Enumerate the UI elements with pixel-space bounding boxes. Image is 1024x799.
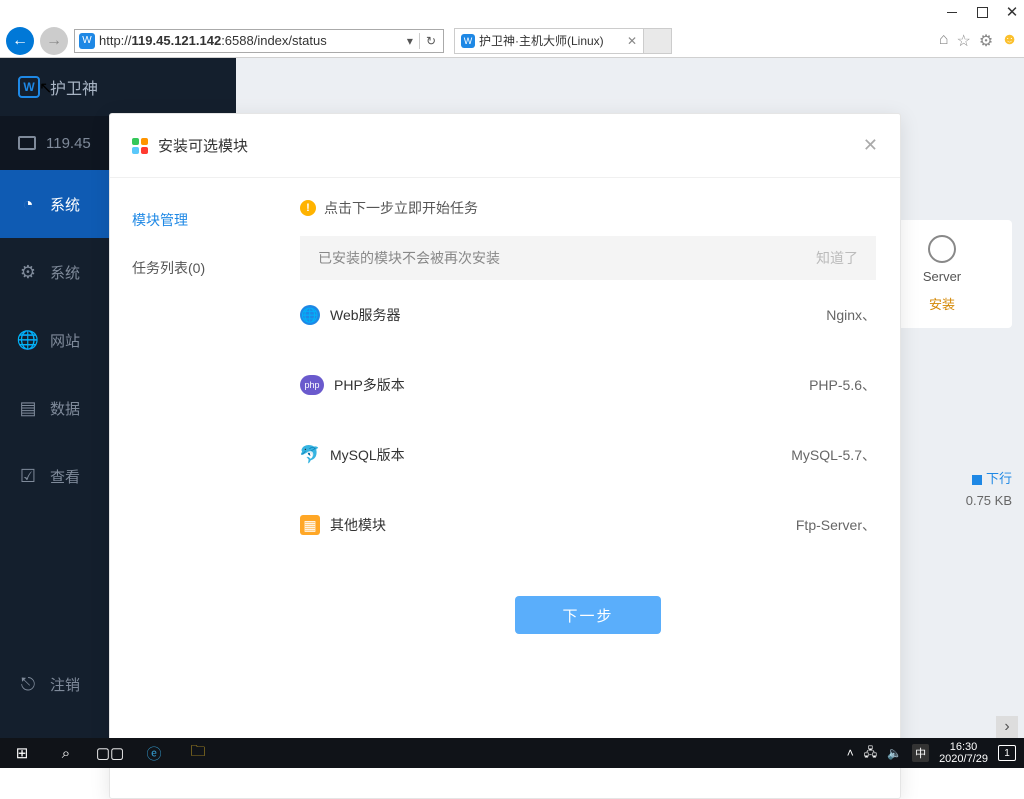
- modal-banner: 已安装的模块不会被再次安装 知道了: [300, 236, 876, 280]
- home-icon[interactable]: ⌂: [939, 31, 949, 51]
- globe-icon: 🌐: [18, 330, 38, 350]
- modal-sidebar: 模块管理 任务列表(0): [110, 178, 286, 798]
- url-suffix: :6588/index/status: [221, 33, 327, 48]
- tray-network-icon[interactable]: 🖧: [864, 743, 877, 764]
- window-titlebar: ✕: [0, 0, 1024, 24]
- logout-icon: ⎋: [18, 674, 38, 694]
- sidebar-item-label: 查看: [50, 466, 80, 487]
- dropdown-icon[interactable]: ▾: [404, 34, 416, 48]
- net-stat: 下行 0.75 KB: [966, 468, 1012, 508]
- module-name: MySQL版本: [330, 445, 791, 465]
- brand: W 护卫神: [0, 58, 236, 116]
- modal-hint: ! 点击下一步立即开始任务: [300, 198, 876, 218]
- site-favicon-icon: W: [79, 33, 95, 49]
- search-icon[interactable]: ⌕: [44, 738, 88, 768]
- modal-tab-modules[interactable]: 模块管理: [110, 196, 286, 244]
- ip-text: 119.45: [46, 135, 91, 152]
- modal-banner-text: 已安装的模块不会被再次安装: [318, 248, 500, 268]
- tray-sound-icon[interactable]: 🔈: [887, 746, 902, 760]
- tab-title: 护卫神·主机大师(Linux): [479, 32, 604, 49]
- modules-grid-icon: [132, 138, 148, 154]
- smile-icon[interactable]: ☻: [1001, 31, 1018, 51]
- browser-tab[interactable]: W 护卫神·主机大师(Linux) ✕: [454, 28, 644, 54]
- modal-hint-text: 点击下一步立即开始任务: [324, 198, 478, 218]
- module-value: MySQL-5.7、: [791, 445, 876, 465]
- modal-banner-dismiss[interactable]: 知道了: [816, 248, 858, 268]
- net-stat-value: 0.75 KB: [966, 493, 1012, 508]
- taskview-icon[interactable]: ▢▢: [88, 738, 132, 768]
- brand-logo-icon: W: [18, 76, 40, 98]
- module-value: PHP-5.6、: [809, 375, 876, 395]
- taskbar: ⊞ ⌕ ▢▢ ⓔ 🗀 ˄ 🖧 🔈 中 16:30 2020/7/29 1: [0, 738, 1024, 768]
- module-row-web[interactable]: 🌐 Web服务器 Nginx、: [300, 280, 876, 350]
- tab-favicon-icon: W: [461, 34, 475, 48]
- tab-strip: W 护卫神·主机大师(Linux) ✕: [454, 28, 672, 54]
- forward-button[interactable]: →: [40, 27, 68, 55]
- clock-time: 16:30: [939, 741, 988, 753]
- module-value: Nginx、: [826, 305, 876, 325]
- tray-up-icon[interactable]: ˄: [847, 746, 854, 760]
- sidebar-item-label: 注销: [50, 674, 80, 695]
- modal-main: ! 点击下一步立即开始任务 已安装的模块不会被再次安装 知道了 🌐 Web服务器…: [286, 178, 900, 798]
- ie-icon[interactable]: ⓔ: [132, 738, 176, 768]
- refresh-icon[interactable]: ↻: [423, 34, 439, 48]
- database-icon: ▤: [18, 398, 38, 418]
- modal-tab-tasks[interactable]: 任务列表(0): [110, 244, 286, 292]
- sidebar-item-label: 系统: [50, 262, 80, 283]
- url-host: 119.45.121.142: [132, 33, 222, 48]
- module-row-other[interactable]: ▦ 其他模块 Ftp-Server、: [300, 490, 876, 560]
- new-tab-button[interactable]: [644, 28, 672, 54]
- url-box[interactable]: W http://119.45.121.142:6588/index/statu…: [74, 29, 444, 53]
- scroll-right-icon[interactable]: ›: [996, 716, 1018, 738]
- module-row-mysql[interactable]: 🐬 MySQL版本 MySQL-5.7、: [300, 420, 876, 490]
- modal-close-icon[interactable]: ✕: [863, 135, 878, 156]
- window-maximize-button[interactable]: [976, 6, 988, 18]
- start-button[interactable]: ⊞: [0, 738, 44, 768]
- browser-extra-icons: ⌂ ☆ ⚙ ☻: [939, 31, 1018, 51]
- page-area: W 护卫神 119.45 ◔ 系统 ⚙ 系统 🌐 网站 ▤ 数据 ☑ 查看 ⎋: [0, 58, 1024, 738]
- next-button[interactable]: 下一步: [515, 596, 661, 634]
- window-minimize-button[interactable]: [946, 6, 958, 18]
- monitor-icon: [18, 136, 36, 150]
- url-prefix: http://: [99, 33, 132, 48]
- clock-date: 2020/7/29: [939, 753, 988, 765]
- brand-text: 护卫神: [50, 75, 98, 99]
- sidebar-item-label: 网站: [50, 330, 80, 351]
- clipboard-icon: ☑: [18, 466, 38, 486]
- modal-title: 安装可选模块: [158, 135, 248, 156]
- mysql-icon: 🐬: [300, 445, 320, 465]
- notification-icon[interactable]: 1: [998, 745, 1016, 761]
- module-name: 其他模块: [330, 515, 796, 535]
- sidebar-item-label: 数据: [50, 398, 80, 419]
- service-card-action[interactable]: 安装: [929, 294, 955, 313]
- explorer-icon[interactable]: 🗀: [176, 738, 220, 768]
- folder-icon: ▦: [300, 515, 320, 535]
- php-icon: php: [300, 375, 324, 395]
- module-value: Ftp-Server、: [796, 515, 876, 535]
- gear-icon: ⚙: [18, 262, 38, 282]
- install-modal: 安装可选模块 ✕ 模块管理 任务列表(0) ! 点击下一步立即开始任务 已安装的…: [109, 113, 901, 799]
- sidebar-item-label: 系统: [50, 194, 80, 215]
- service-card-name: Server: [923, 269, 961, 284]
- module-rows: 🌐 Web服务器 Nginx、 php PHP多版本 PHP-5.6、 🐬 My…: [300, 280, 876, 560]
- tab-close-icon[interactable]: ✕: [627, 34, 637, 48]
- module-name: PHP多版本: [334, 375, 809, 395]
- window-close-button[interactable]: ✕: [1006, 6, 1018, 18]
- favorites-icon[interactable]: ☆: [956, 31, 970, 51]
- ime-indicator[interactable]: 中: [912, 744, 929, 762]
- browser-navbar: ← → W http://119.45.121.142:6588/index/s…: [0, 24, 1024, 58]
- module-name: Web服务器: [330, 305, 826, 325]
- module-row-php[interactable]: php PHP多版本 PHP-5.6、: [300, 350, 876, 420]
- clock[interactable]: 16:30 2020/7/29: [939, 741, 988, 765]
- globe-icon: 🌐: [300, 305, 320, 325]
- settings-gear-icon[interactable]: ⚙: [979, 31, 993, 51]
- info-icon: !: [300, 200, 316, 216]
- gauge-icon: ◔: [18, 194, 38, 214]
- back-button[interactable]: ←: [6, 27, 34, 55]
- net-stat-label: 下行: [966, 468, 1012, 487]
- modal-header: 安装可选模块 ✕: [110, 114, 900, 178]
